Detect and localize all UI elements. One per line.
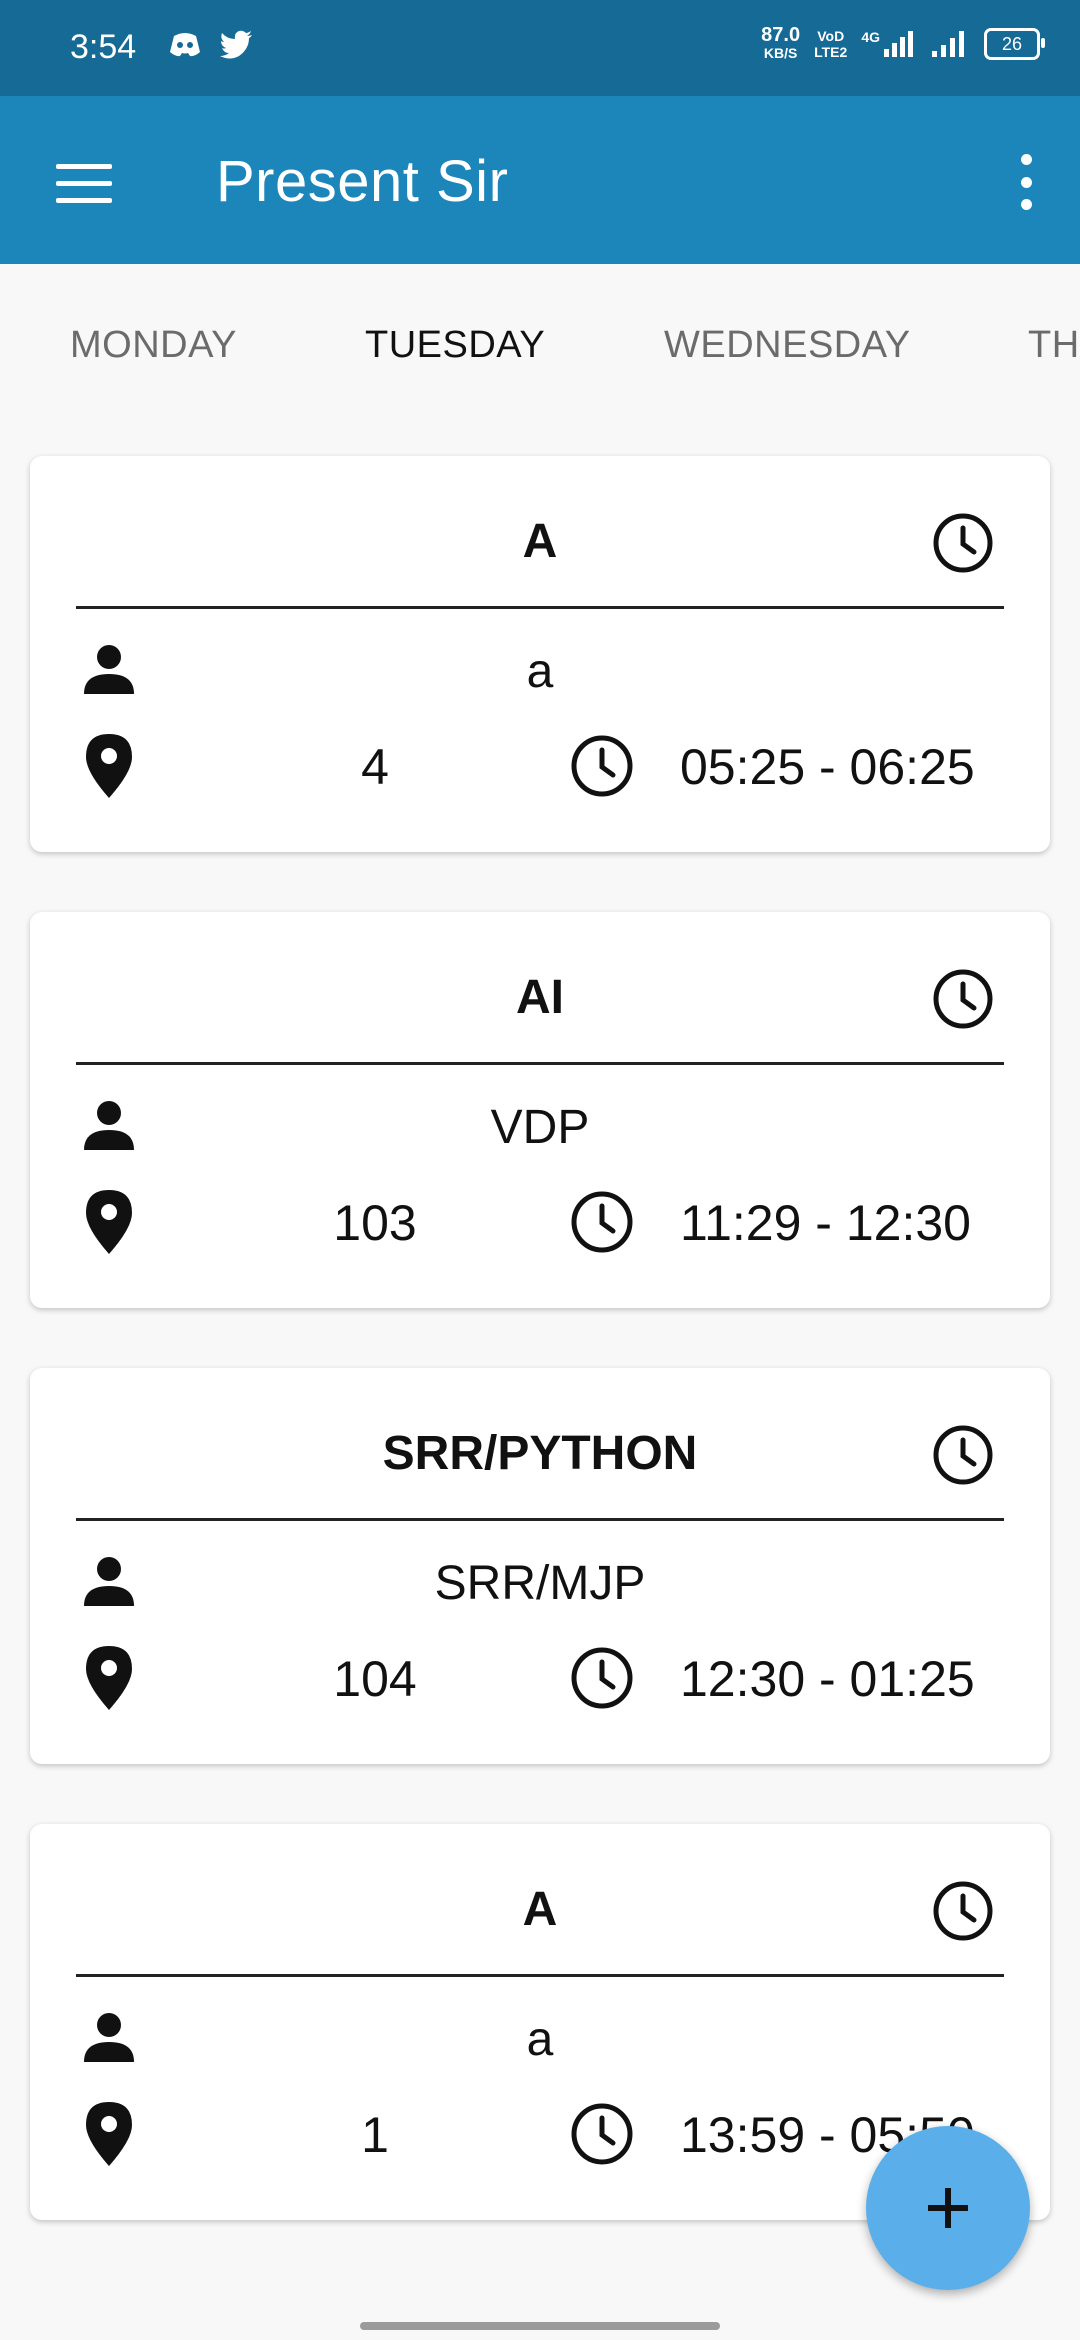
signal-4g-label: 4G xyxy=(861,29,880,45)
class-teacher: a xyxy=(526,645,554,698)
class-subject: SRR/PYTHON xyxy=(382,1427,698,1480)
class-card[interactable]: AI VDP 103 11:29 - 12:30 xyxy=(30,912,1050,1308)
day-tabs: MONDAY TUESDAY WEDNESDAY TH xyxy=(0,264,1080,424)
network-speed-unit: KB/S xyxy=(763,45,798,61)
class-room: 104 xyxy=(333,1651,417,1707)
clock-icon xyxy=(571,1647,633,1709)
class-card[interactable]: SRR/PYTHON SRR/MJP 104 12:30 - 01:25 xyxy=(30,1368,1050,1764)
location-pin-icon xyxy=(86,1190,132,1254)
status-time: 3:54 xyxy=(70,28,137,66)
signal-strength-icon-2 xyxy=(932,31,964,57)
class-room: 103 xyxy=(333,1195,417,1251)
app-bar: Present Sir xyxy=(0,96,1080,264)
status-bar: 3:54 87.0 KB/S VoD LTE2 4G 26 xyxy=(0,0,1080,96)
clock-icon xyxy=(571,1191,633,1253)
tab-tuesday[interactable]: TUESDAY xyxy=(365,324,545,367)
network-speed-value: 87.0 xyxy=(761,24,801,46)
status-indicators: 87.0 KB/S VoD LTE2 4G 26 xyxy=(761,24,1045,62)
menu-icon[interactable] xyxy=(56,164,112,203)
status-notification-icons xyxy=(168,30,254,60)
clock-icon[interactable] xyxy=(932,1880,994,1942)
class-subject: A xyxy=(522,515,558,568)
battery-icon: 26 xyxy=(984,28,1045,60)
location-pin-icon xyxy=(86,1646,132,1710)
location-pin-icon xyxy=(86,734,132,798)
clock-icon[interactable] xyxy=(932,968,994,1030)
class-time: 05:25 - 06:25 xyxy=(680,739,975,795)
volte-indicator: VoD LTE2 xyxy=(814,28,847,60)
card-divider xyxy=(76,1518,1004,1521)
clock-icon[interactable] xyxy=(932,1424,994,1486)
signal-4g: 4G xyxy=(861,29,916,59)
card-divider xyxy=(76,606,1004,609)
class-card[interactable]: A a 4 05:25 - 06:25 xyxy=(30,456,1050,852)
add-class-button[interactable] xyxy=(866,2126,1030,2290)
discord-icon xyxy=(170,33,200,57)
tab-wednesday[interactable]: WEDNESDAY xyxy=(664,324,911,367)
card-divider xyxy=(76,1062,1004,1065)
tab-thursday[interactable]: TH xyxy=(1028,324,1080,367)
home-indicator[interactable] xyxy=(360,2322,720,2330)
clock-icon xyxy=(571,2103,633,2165)
class-room: 1 xyxy=(361,2107,389,2163)
class-teacher: VDP xyxy=(490,1101,590,1154)
class-time: 12:30 - 01:25 xyxy=(680,1651,975,1707)
twitter-icon xyxy=(220,30,252,59)
volte-top: VoD xyxy=(817,28,845,44)
class-subject: AI xyxy=(516,971,564,1024)
more-options-icon[interactable] xyxy=(1016,154,1036,210)
signal-strength-icon xyxy=(884,31,913,57)
card-divider xyxy=(76,1974,1004,1977)
clock-icon[interactable] xyxy=(932,512,994,574)
class-room: 4 xyxy=(361,739,389,795)
volte-bottom: LTE2 xyxy=(814,44,848,60)
app-title: Present Sir xyxy=(216,149,509,214)
class-subject: A xyxy=(522,1883,558,1936)
class-teacher: a xyxy=(526,2013,554,2066)
tab-monday[interactable]: MONDAY xyxy=(70,324,237,367)
class-teacher: SRR/MJP xyxy=(434,1557,646,1610)
class-time: 11:29 - 12:30 xyxy=(680,1195,971,1251)
network-speed: 87.0 KB/S xyxy=(761,24,801,62)
clock-icon xyxy=(571,735,633,797)
location-pin-icon xyxy=(86,2102,132,2166)
plus-icon xyxy=(928,2188,968,2228)
